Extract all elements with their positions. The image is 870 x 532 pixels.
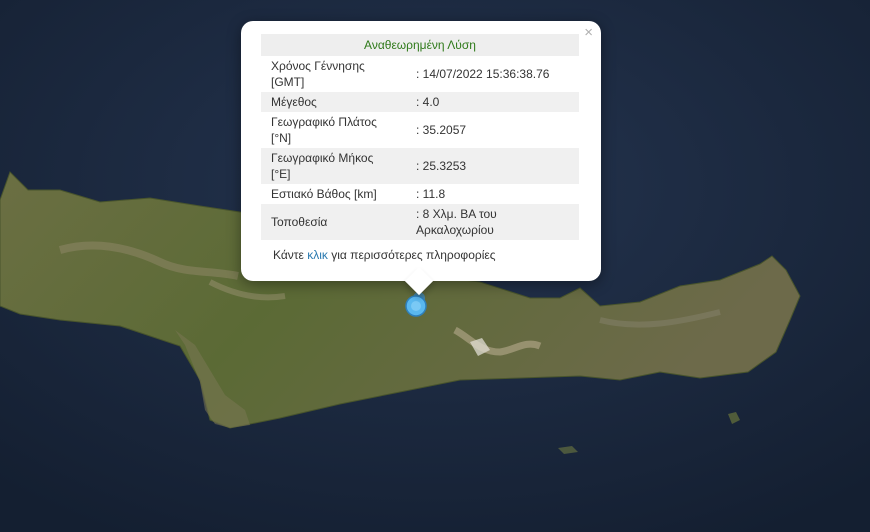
value-magnitude: : 4.0 [406,92,579,112]
label-longitude: Γεωγραφικό Μήκος [°E] [261,148,406,184]
more-info-suffix: για περισσότερες πληροφορίες [327,248,496,262]
label-latitude: Γεωγραφικό Πλάτος [°N] [271,115,377,145]
value-location: : 8 Χλμ. ΒΑ του Αρκαλοχωρίου [406,204,579,240]
value-latitude: : 35.2057 [416,123,467,137]
earthquake-marker[interactable] [405,292,427,318]
close-icon[interactable]: × [584,25,593,40]
value-origin-time: : 14/07/2022 15:36:38.76 [416,67,550,81]
more-info-prefix: Κάντε [273,248,308,262]
value-longitude: : 25.3253 [406,148,579,184]
more-info-link[interactable]: κλικ [307,248,328,262]
label-depth: Εστιακό Βάθος [km] [271,187,377,201]
label-location: Τοποθεσία [261,204,406,240]
earthquake-details-table: Αναθεωρημένη Λύση Χρόνος Γέννησης [GMT]:… [261,34,579,240]
label-origin-time: Χρόνος Γέννησης [GMT] [271,59,365,89]
label-magnitude: Μέγεθος [261,92,406,112]
earthquake-info-popup: × Αναθεωρημένη Λύση Χρόνος Γέννησης [GMT… [241,21,601,296]
value-depth: : 11.8 [416,187,446,201]
popup-title: Αναθεωρημένη Λύση [261,34,579,56]
more-info-text: Κάντε κλικ για περισσότερες πληροφορίες [273,248,496,262]
